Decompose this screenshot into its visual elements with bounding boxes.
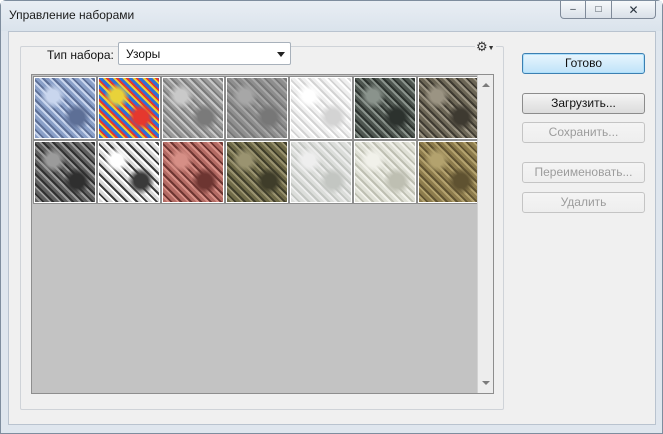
pattern-tile[interactable]: [225, 140, 289, 204]
close-button[interactable]: ✕: [612, 1, 656, 19]
pattern-tile[interactable]: [353, 76, 417, 140]
set-type-value: Узоры: [126, 47, 161, 61]
preset-list[interactable]: [31, 74, 494, 394]
save-button[interactable]: Сохранить...: [522, 122, 645, 143]
pattern-tile[interactable]: [417, 140, 481, 204]
pattern-tile[interactable]: [289, 76, 353, 140]
maximize-button[interactable]: □: [586, 1, 612, 19]
pattern-tile[interactable]: [97, 76, 161, 140]
minimize-button[interactable]: –: [560, 1, 586, 19]
scroll-down-icon[interactable]: [482, 381, 490, 385]
set-type-label: Тип набора:: [45, 48, 116, 62]
minimize-icon: –: [570, 4, 576, 15]
close-icon: ✕: [628, 2, 639, 17]
done-button[interactable]: Готово: [522, 53, 645, 74]
pattern-tile[interactable]: [33, 76, 97, 140]
pattern-tile[interactable]: [161, 76, 225, 140]
pattern-tile[interactable]: [97, 140, 161, 204]
pattern-tile[interactable]: [33, 140, 97, 204]
maximize-icon: □: [595, 4, 602, 15]
scroll-up-icon[interactable]: [482, 83, 490, 87]
rename-button[interactable]: Переименовать...: [522, 162, 645, 183]
load-button[interactable]: Загрузить...: [522, 93, 645, 114]
window-title: Управление наборами: [9, 8, 135, 22]
pattern-tile[interactable]: [289, 140, 353, 204]
vertical-scrollbar[interactable]: [477, 75, 493, 393]
chevron-down-icon: [277, 52, 285, 57]
pattern-tile[interactable]: [161, 140, 225, 204]
gear-icon[interactable]: ⚙▼: [475, 40, 496, 56]
dialog-body: Тип набора: Узоры ⚙▼ Готово Загрузить...…: [8, 31, 656, 425]
pattern-tile[interactable]: [225, 76, 289, 140]
set-type-dropdown[interactable]: Узоры: [118, 42, 291, 65]
window-controls: – □ ✕: [560, 1, 656, 19]
title-bar[interactable]: Управление наборами – □ ✕: [1, 1, 662, 31]
delete-button[interactable]: Удалить: [522, 192, 645, 213]
pattern-tile[interactable]: [353, 140, 417, 204]
preset-manager-window: Управление наборами – □ ✕ Тип набора: Уз…: [0, 0, 663, 434]
pattern-tile[interactable]: [417, 76, 481, 140]
